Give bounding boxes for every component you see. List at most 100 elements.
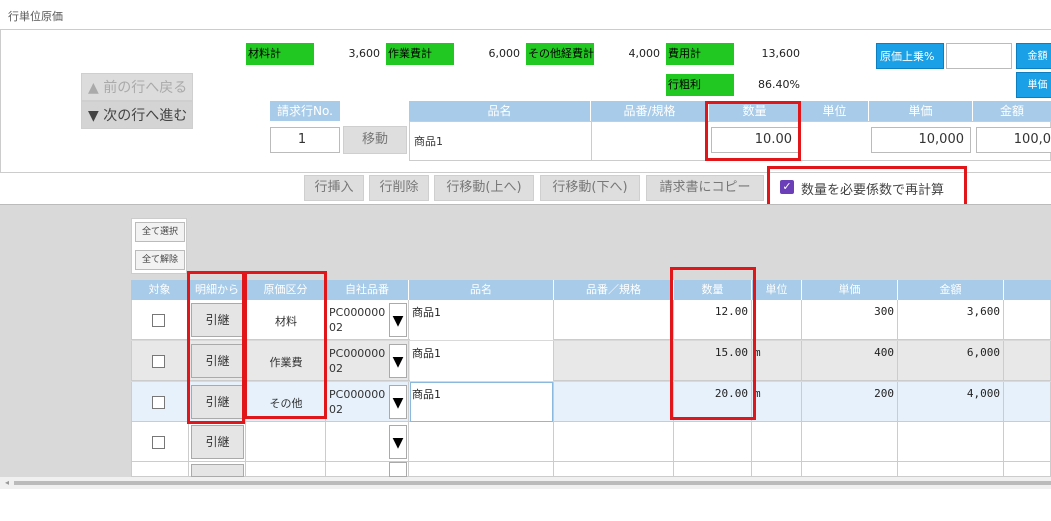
price: 300	[874, 305, 894, 318]
item-code: PC00000002	[329, 388, 386, 416]
row-checkbox[interactable]	[152, 436, 165, 449]
cell-divider	[188, 462, 189, 477]
cell-divider	[131, 422, 132, 462]
move-button[interactable]: 移動	[343, 126, 407, 154]
cell-divider	[751, 422, 752, 462]
col-item-code: 自社品番	[326, 280, 409, 300]
cell-divider	[188, 422, 189, 462]
cell-divider	[131, 300, 132, 340]
row-checkbox[interactable]	[152, 314, 165, 327]
row-checkbox[interactable]	[152, 396, 165, 409]
cell-divider	[408, 462, 409, 477]
highlight-box	[705, 101, 801, 161]
scrollbar-thumb[interactable]	[14, 481, 1051, 485]
cell-divider	[408, 382, 409, 422]
cell-divider	[553, 341, 554, 381]
other-total-label: その他経費計	[526, 43, 594, 65]
inherit-button[interactable]: 引継	[191, 425, 244, 459]
cell-divider	[245, 422, 246, 462]
apply-unit-price-button[interactable]: 単価	[1016, 72, 1051, 98]
cell-divider	[1003, 341, 1004, 381]
cell-divider	[131, 341, 132, 381]
markup-input[interactable]	[946, 43, 1012, 69]
cell-divider	[553, 462, 554, 477]
table-row[interactable]	[131, 422, 1051, 462]
amount: 3,600	[966, 305, 1000, 318]
cell-divider	[673, 422, 674, 462]
highlight-box	[187, 271, 245, 424]
cell-divider	[1003, 382, 1004, 422]
col-name: 品名	[409, 280, 554, 300]
col-target: 対象	[131, 280, 189, 300]
code-header: 品番/規格	[591, 101, 709, 121]
col-unit: 単位	[752, 280, 802, 300]
other-total-value: 4,000	[628, 47, 661, 60]
cell-divider	[131, 382, 132, 422]
cell-divider	[325, 462, 326, 477]
divider	[591, 121, 592, 161]
next-row-button[interactable]: ▼ 次の行へ進む	[81, 101, 193, 129]
move-row-down-button[interactable]: 行移動(下へ)	[540, 175, 640, 201]
row-checkbox[interactable]	[152, 355, 165, 368]
insert-row-button[interactable]: 行挿入	[304, 175, 364, 201]
cell-divider	[408, 341, 409, 381]
gross-margin-label: 行粗利	[666, 74, 734, 96]
amount: 6,000	[966, 346, 1000, 359]
cost-total-label: 費用計	[666, 43, 734, 65]
col-price: 単価	[802, 280, 898, 300]
work-total-label: 作業費計	[386, 43, 454, 65]
cell-divider	[1003, 462, 1004, 477]
highlight-box	[670, 267, 756, 420]
inherit-button[interactable]	[191, 464, 244, 477]
item-code-dropdown[interactable]: ▼	[389, 303, 407, 337]
divider	[0, 29, 1051, 30]
cell-divider	[245, 462, 246, 477]
cost-total-value: 13,600	[761, 47, 801, 60]
markup-label: 原価上乗%	[876, 43, 944, 69]
item-name: 商品1	[412, 306, 441, 319]
scroll-left-icon[interactable]: ◂	[5, 478, 9, 487]
table-row[interactable]	[131, 462, 1051, 477]
highlight-box	[244, 271, 327, 419]
col-amount: 金額	[898, 280, 1004, 300]
page-title: 行単位原価	[8, 10, 63, 23]
invoice-amount-input[interactable]: 100,0	[976, 127, 1051, 153]
cell-divider	[408, 422, 409, 462]
price: 200	[874, 387, 894, 400]
copy-to-invoice-button[interactable]: 請求書にコピー	[646, 175, 764, 201]
cell-divider	[897, 422, 898, 462]
invoice-price-input[interactable]: 10,000	[871, 127, 971, 153]
cell-divider	[751, 462, 752, 477]
col-spec: 品番／規格	[554, 280, 674, 300]
col-extra	[1004, 280, 1051, 300]
cell-divider	[131, 462, 132, 477]
cell-divider	[553, 382, 554, 422]
invoice-line-no-input[interactable]: 1	[270, 127, 340, 153]
highlight-box	[767, 166, 967, 208]
item-code: PC00000002	[329, 306, 386, 334]
deselect-all-button[interactable]: 全て解除	[135, 250, 185, 270]
material-total-value: 3,600	[348, 47, 381, 60]
material-total-label: 材料計	[246, 43, 314, 65]
cell-divider	[673, 462, 674, 477]
name-header: 品名	[409, 101, 591, 121]
cell-divider	[801, 422, 802, 462]
item-code-dropdown[interactable]: ▼	[389, 344, 407, 378]
prev-row-button[interactable]: ▲ 前の行へ戻る	[81, 73, 193, 101]
work-total-value: 6,000	[488, 47, 521, 60]
move-row-up-button[interactable]: 行移動(上へ)	[434, 175, 534, 201]
cell-divider	[801, 462, 802, 477]
price-header: 単価	[869, 101, 973, 121]
item-code-dropdown[interactable]: ▼	[389, 385, 407, 419]
item-name: 商品1	[412, 388, 441, 401]
divider	[0, 29, 1, 172]
select-all-button[interactable]: 全て選択	[135, 222, 185, 242]
amount: 4,000	[966, 387, 1000, 400]
apply-amount-button[interactable]: 金額	[1016, 43, 1051, 69]
delete-row-button[interactable]: 行削除	[369, 175, 429, 201]
unit-header: 単位	[801, 101, 869, 121]
item-code-dropdown[interactable]	[389, 462, 407, 477]
cell-divider	[1003, 422, 1004, 462]
gross-margin-value: 86.40%	[758, 78, 800, 91]
item-code-dropdown[interactable]: ▼	[389, 425, 407, 459]
